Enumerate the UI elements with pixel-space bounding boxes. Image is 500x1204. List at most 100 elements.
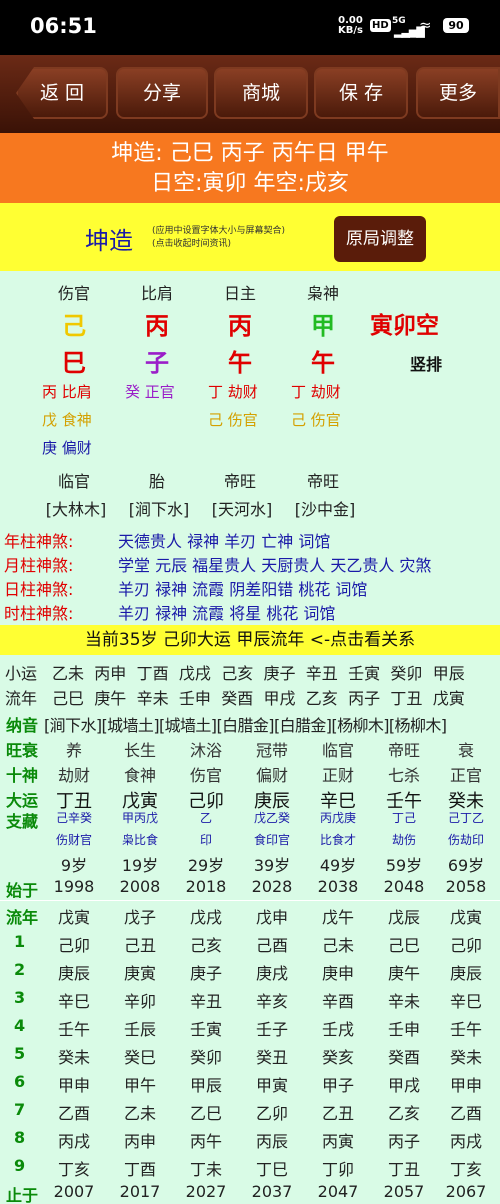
year-cell[interactable]: 乙巳 [176, 1100, 236, 1124]
year-cell[interactable]: 乙未 [110, 1100, 170, 1124]
year-cell[interactable]: 庚寅 [110, 960, 170, 984]
year-cell[interactable]: 癸巳 [110, 1044, 170, 1068]
info-note[interactable]: (应用中设置字体大小与屏幕契合) (点击收起时间资讯) [152, 225, 285, 251]
year-cell[interactable]: 丙戌 [436, 1128, 496, 1152]
status-time: 06:51 [30, 14, 97, 38]
year-cell[interactable]: 癸酉 [374, 1044, 434, 1068]
liunian_row-value: 己巳 [52, 689, 85, 708]
start-year: 2058 [445, 877, 487, 896]
dayun-age: 19岁 [121, 856, 159, 875]
mall-button[interactable]: 商城 [214, 67, 308, 119]
current-luck-bar[interactable]: 当前35岁 己卯大运 甲辰流年 <-点击看关系 [0, 625, 500, 655]
row-value: 正财 [321, 766, 354, 785]
year-cell[interactable]: 丙申 [110, 1128, 170, 1152]
year-cell[interactable]: 甲辰 [176, 1072, 236, 1096]
hidden-stem: 己 伤官 [208, 411, 258, 429]
year-cell[interactable]: 丙辰 [242, 1128, 302, 1152]
year-cell[interactable]: 丁丑 [374, 1156, 434, 1180]
year-cell[interactable]: 庚午 [374, 960, 434, 984]
year-cell[interactable]: 壬午 [436, 1016, 496, 1040]
liunian_row-value: 辛未 [136, 689, 169, 708]
year-cell[interactable]: 甲戌 [374, 1072, 434, 1096]
year-cell[interactable]: 辛卯 [110, 988, 170, 1012]
xiaoyun-value: 丙申 [94, 664, 127, 683]
year-cell[interactable]: 己卯 [44, 932, 104, 956]
year-cell[interactable]: 己丑 [110, 932, 170, 956]
year-cell[interactable]: 丙午 [176, 1128, 236, 1152]
year-cell[interactable]: 己卯 [436, 932, 496, 956]
adjust-button[interactable]: 原局调整 [334, 216, 426, 262]
start-year: 2018 [185, 877, 227, 896]
year-cell[interactable]: 甲申 [44, 1072, 104, 1096]
status-bar: 06:51 0.00 KB/s HD 5G ▂▃▅▇ ≈ 90 [0, 0, 500, 55]
year-cell[interactable]: 乙卯 [242, 1100, 302, 1124]
year-cell[interactable]: 辛巳 [436, 988, 496, 1012]
hidden-stem: 丁 劫财 [291, 383, 341, 401]
end-year: 2047 [317, 1182, 359, 1201]
more-button[interactable]: 更多 [416, 67, 500, 119]
year-cell[interactable]: 己未 [308, 932, 368, 956]
back-button[interactable]: 返 回 [16, 67, 108, 119]
year-cell[interactable]: 庚戌 [242, 960, 302, 984]
year-cell[interactable]: 乙丑 [308, 1100, 368, 1124]
year-cell[interactable]: 甲寅 [242, 1072, 302, 1096]
year-cell[interactable]: 癸未 [436, 1044, 496, 1068]
zhicang-bottom: 比食才 [319, 833, 356, 847]
row-value: 七杀 [387, 766, 420, 785]
year-cell[interactable]: 庚辰 [44, 960, 104, 984]
pillar-nayin: [涧下水] [128, 500, 190, 519]
zhicang-bottom: 印 [199, 833, 212, 847]
year-cell[interactable]: 己亥 [176, 932, 236, 956]
xiaoyun-value: 庚子 [263, 664, 296, 683]
year-cell[interactable]: 辛酉 [308, 988, 368, 1012]
zhicang-bottom: 食印官 [253, 833, 290, 847]
year-cell[interactable]: 丙戌 [44, 1128, 104, 1152]
info-bar[interactable]: 坤造 (应用中设置字体大小与屏幕契合) (点击收起时间资讯) 原局调整 [0, 203, 500, 271]
year-cell[interactable]: 壬申 [374, 1016, 434, 1040]
year-cell[interactable]: 己巳 [374, 932, 434, 956]
vertical-button[interactable]: 竖排 [410, 351, 442, 375]
year-cell[interactable]: 壬寅 [176, 1016, 236, 1040]
year-cell[interactable]: 庚申 [308, 960, 368, 984]
year-cell[interactable]: 甲子 [308, 1072, 368, 1096]
pillar-stem: 甲 [311, 312, 335, 340]
year-cell[interactable]: 庚辰 [436, 960, 496, 984]
year-cell[interactable]: 丙子 [374, 1128, 434, 1152]
year-cell[interactable]: 癸亥 [308, 1044, 368, 1068]
row-value: 偏财 [255, 766, 288, 785]
end-year: 2057 [383, 1182, 425, 1201]
year-cell[interactable]: 癸丑 [242, 1044, 302, 1068]
year-cell[interactable]: 丁巳 [242, 1156, 302, 1180]
year-index: 7 [14, 1100, 26, 1119]
year-cell[interactable]: 壬戌 [308, 1016, 368, 1040]
year-cell[interactable]: 辛未 [374, 988, 434, 1012]
year-cell[interactable]: 丁酉 [110, 1156, 170, 1180]
share-button[interactable]: 分享 [116, 67, 208, 119]
year-cell[interactable]: 丁亥 [436, 1156, 496, 1180]
liunian_row-value: 丙子 [348, 689, 381, 708]
save-button[interactable]: 保 存 [314, 67, 408, 119]
year-cell[interactable]: 癸卯 [176, 1044, 236, 1068]
year-cell[interactable]: 丁亥 [44, 1156, 104, 1180]
divider [0, 900, 500, 901]
year-cell[interactable]: 乙亥 [374, 1100, 434, 1124]
row-label: 旺衰 [6, 741, 39, 760]
year-cell[interactable]: 乙酉 [436, 1100, 496, 1124]
year-cell[interactable]: 辛巳 [44, 988, 104, 1012]
year-cell[interactable]: 壬午 [44, 1016, 104, 1040]
year-cell[interactable]: 甲午 [110, 1072, 170, 1096]
year-cell[interactable]: 庚子 [176, 960, 236, 984]
year-cell[interactable]: 丁卯 [308, 1156, 368, 1180]
year-cell[interactable]: 丁未 [176, 1156, 236, 1180]
year-cell[interactable]: 乙酉 [44, 1100, 104, 1124]
year-cell[interactable]: 辛丑 [176, 988, 236, 1012]
year-cell[interactable]: 己酉 [242, 932, 302, 956]
liunian-header: 戊辰 [387, 908, 420, 927]
year-cell[interactable]: 癸未 [44, 1044, 104, 1068]
year-cell[interactable]: 壬辰 [110, 1016, 170, 1040]
year-cell[interactable]: 甲申 [436, 1072, 496, 1096]
year-cell[interactable]: 丙寅 [308, 1128, 368, 1152]
year-cell[interactable]: 辛亥 [242, 988, 302, 1012]
row-value: 长生 [123, 741, 156, 760]
year-cell[interactable]: 壬子 [242, 1016, 302, 1040]
